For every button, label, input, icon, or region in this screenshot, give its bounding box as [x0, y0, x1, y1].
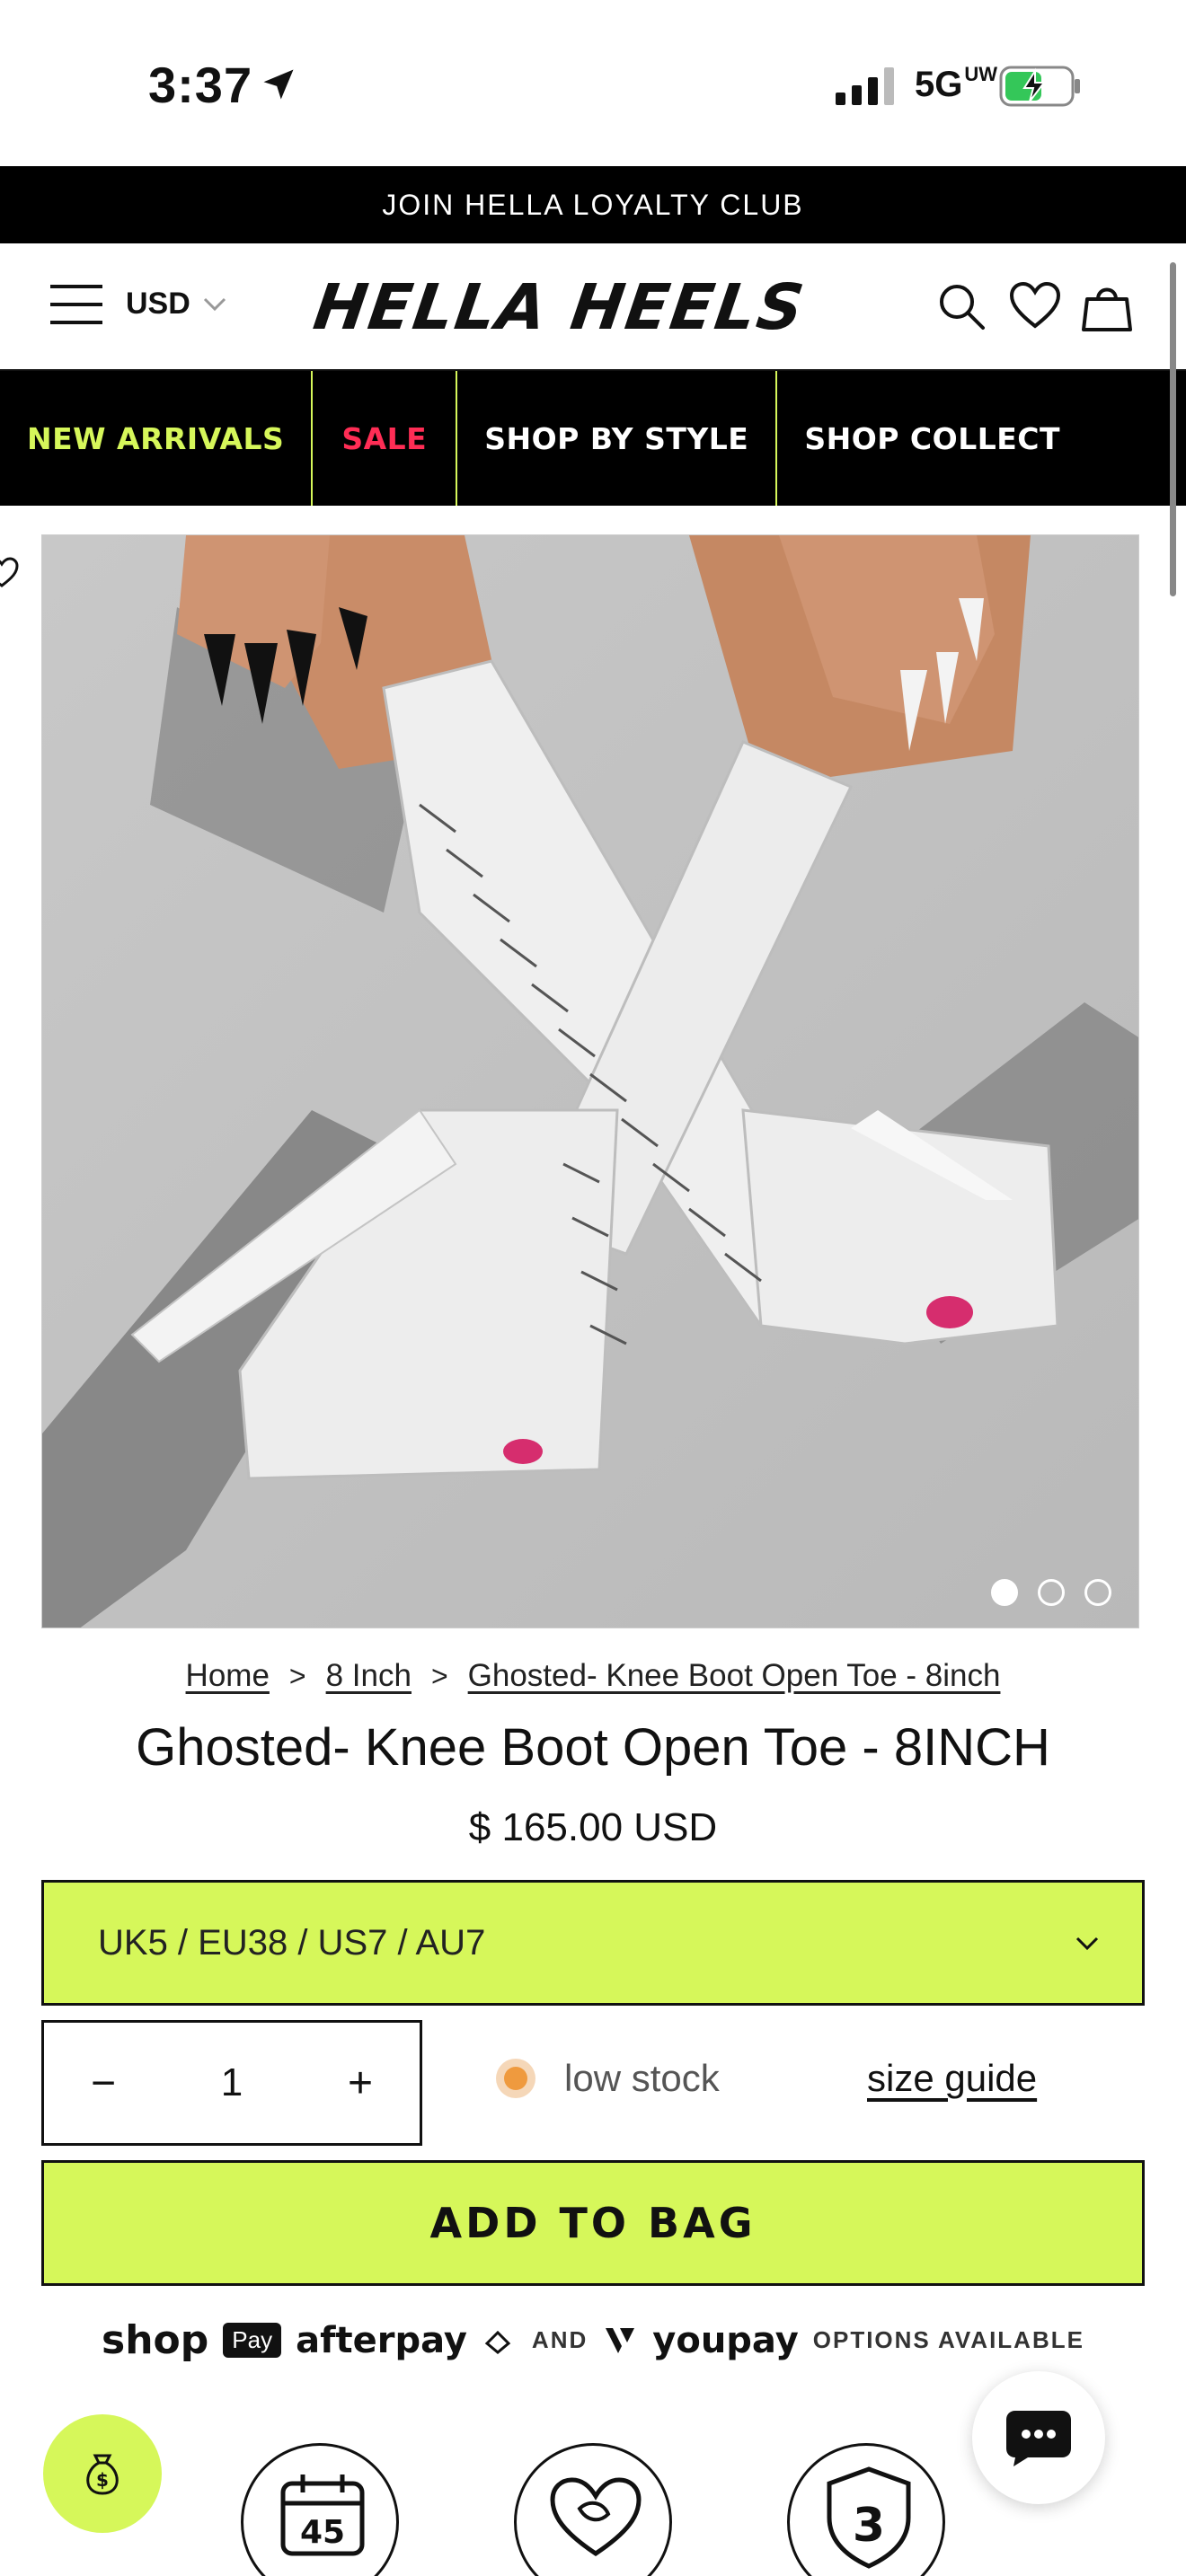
nav-item-new-arrivals[interactable]: NEW ARRIVALS — [0, 371, 314, 506]
chevron-down-icon — [1075, 1936, 1099, 1951]
vegan-badge — [514, 2443, 672, 2576]
increase-quantity-button[interactable]: + — [342, 2059, 378, 2108]
carousel-dot[interactable] — [991, 1579, 1018, 1606]
currency-label: USD — [126, 287, 190, 321]
location-arrow-icon — [263, 69, 294, 100]
youpay-logo: youpay — [652, 2319, 799, 2361]
nav-item-shop-by-style[interactable]: SHOP BY STYLE — [457, 371, 778, 506]
shop-pay-logo: shop — [102, 2317, 209, 2363]
breadcrumb-separator: > — [288, 1659, 306, 1692]
afterpay-logo: afterpay — [296, 2319, 467, 2361]
page-scrollbar[interactable] — [1170, 262, 1176, 596]
nav-item-sale[interactable]: SALE — [313, 371, 458, 506]
status-time: 3:37 — [148, 57, 253, 113]
rewards-button[interactable]: $ — [43, 2414, 162, 2533]
warranty-3-badge: 3 — [787, 2443, 945, 2576]
stock-status-label: low stock — [564, 2057, 720, 2099]
chat-bubble-icon — [1006, 2411, 1071, 2466]
network-label: 5GUW — [915, 63, 998, 105]
calendar-icon: 45 — [280, 2475, 365, 2556]
nav-item-shop-collections[interactable]: SHOP COLLECT — [777, 371, 1087, 506]
currency-selector[interactable]: USD — [126, 287, 226, 322]
shopping-bag-icon[interactable] — [1080, 279, 1134, 333]
quantity-value[interactable]: 1 — [221, 2060, 243, 2105]
site-header: USD HELLA HEELS — [0, 243, 1186, 371]
search-icon[interactable] — [934, 279, 988, 333]
breadcrumb-category[interactable]: 8 Inch — [326, 1658, 412, 1694]
payments-and-label: AND — [531, 2326, 589, 2353]
returns-45-days-badge: 45 — [241, 2443, 399, 2576]
loyalty-banner-text: JOIN HELLA LOYALTY CLUB — [382, 188, 804, 221]
svg-text:$: $ — [96, 2469, 109, 2491]
payment-options: shop Pay afterpay AND youpay OPTIONS AVA… — [0, 2317, 1186, 2363]
product-title: Ghosted- Knee Boot Open Toe - 8INCH — [136, 1718, 1050, 1777]
shop-pay-badge: Pay — [223, 2323, 282, 2358]
size-guide-link[interactable]: size guide — [867, 2057, 1037, 2100]
battery-charging-icon — [999, 66, 1080, 107]
brand-logo[interactable]: HELLA HEELS — [309, 270, 810, 344]
breadcrumb-home[interactable]: Home — [186, 1658, 270, 1694]
hamburger-menu-icon[interactable] — [50, 285, 102, 326]
product-price: $ 165.00 USD — [468, 1805, 718, 1849]
heart-icon[interactable] — [0, 555, 20, 591]
product-image[interactable] — [41, 534, 1139, 1628]
stock-indicator: low stock — [496, 2057, 720, 2100]
badge-days-value: 45 — [300, 2514, 345, 2551]
wishlist-heart-icon[interactable] — [1008, 279, 1062, 333]
decrease-quantity-button[interactable]: − — [85, 2059, 121, 2108]
chevron-down-icon — [203, 297, 226, 311]
product-photo-illustration — [42, 535, 1138, 1628]
shield-icon: 3 — [827, 2466, 911, 2569]
vegan-heart-leaf-icon — [550, 2477, 642, 2557]
quantity-stepper: − 1 + — [41, 2020, 422, 2146]
carousel-dot[interactable] — [1084, 1579, 1111, 1606]
cellular-signal-icon — [836, 67, 894, 105]
badge-years-value: 3 — [853, 2499, 885, 2553]
breadcrumb: Home > 8 Inch > Ghosted- Knee Boot Open … — [0, 1658, 1186, 1694]
image-carousel-dots — [991, 1579, 1111, 1606]
chat-button[interactable] — [972, 2371, 1105, 2504]
status-bar: 3:37 5GUW — [0, 0, 1186, 166]
youpay-icon — [606, 2327, 635, 2353]
breadcrumb-separator: > — [430, 1659, 448, 1692]
afterpay-icon — [484, 2330, 511, 2354]
breadcrumb-product[interactable]: Ghosted- Knee Boot Open Toe - 8inch — [468, 1658, 1001, 1694]
payments-options-label: OPTIONS AVAILABLE — [812, 2326, 1084, 2353]
money-bag-icon: $ — [86, 2454, 119, 2495]
add-to-bag-button[interactable]: ADD TO BAG — [41, 2160, 1145, 2286]
low-stock-dot-icon — [496, 2059, 535, 2098]
category-nav: NEW ARRIVALS SALE SHOP BY STYLE SHOP COL… — [0, 371, 1186, 506]
loyalty-banner[interactable]: JOIN HELLA LOYALTY CLUB — [0, 166, 1186, 243]
variant-value: UK5 / EU38 / US7 / AU7 — [98, 1922, 486, 1963]
size-variant-select[interactable]: UK5 / EU38 / US7 / AU7 — [41, 1880, 1145, 2006]
carousel-dot[interactable] — [1038, 1579, 1065, 1606]
add-to-bag-label: ADD TO BAG — [429, 2199, 757, 2247]
